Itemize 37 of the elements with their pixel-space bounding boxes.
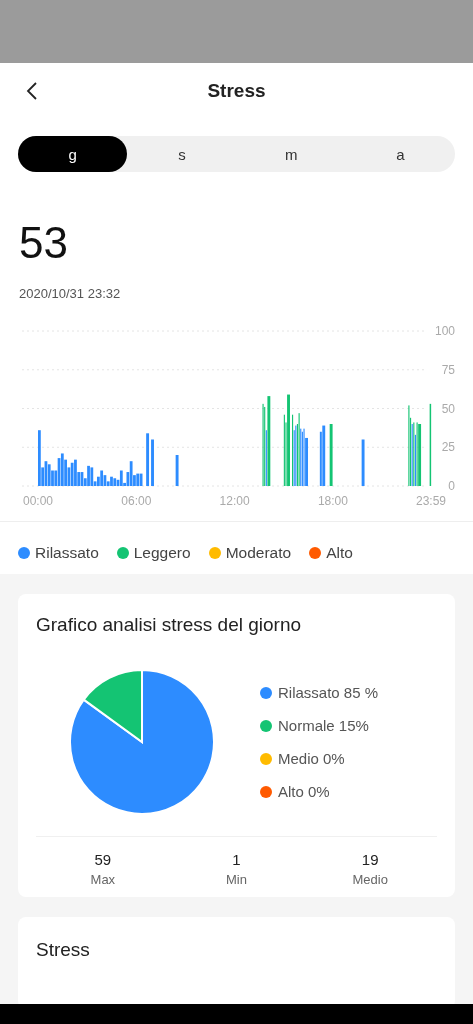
legend-label: Alto	[326, 544, 353, 562]
period-tab[interactable]: m	[236, 136, 346, 172]
stress-value: 53	[19, 218, 69, 268]
timestamp: 2020/10/31 23:32	[19, 286, 122, 301]
stat-label: Min	[225, 872, 248, 887]
stat-value: 1	[231, 851, 242, 868]
legend-label: Moderato	[225, 544, 292, 562]
axis-label: 18:00	[317, 494, 348, 508]
period-tab[interactable]: s	[127, 136, 237, 172]
card-title: Grafico analisi stress del giorno	[36, 614, 303, 636]
axis-label: 100	[434, 324, 455, 338]
legend-label: Rilassato	[35, 544, 99, 562]
legend-label: Alto 0%	[278, 783, 330, 800]
axis-label: 25	[441, 440, 455, 455]
stat-value: 59	[93, 851, 113, 868]
axis-label: 00:00	[23, 494, 53, 508]
back-icon[interactable]	[26, 81, 38, 101]
page-title: Stress	[207, 80, 266, 102]
axis-label: 75	[441, 362, 455, 377]
period-tab[interactable]: a	[345, 136, 455, 172]
legend-label: Leggero	[133, 544, 191, 562]
period-tab[interactable]: g	[18, 136, 128, 172]
card-title: Stress	[36, 939, 91, 961]
axis-label: 12:00	[219, 494, 250, 508]
axis-label: 06:00	[121, 494, 152, 508]
stat-label: Medio	[351, 872, 389, 887]
bar	[329, 424, 333, 486]
bar	[175, 455, 179, 486]
stat-label: Max	[89, 872, 117, 887]
legend-label: Medio 0%	[278, 750, 345, 767]
legend-label: Rilassato 85 %	[278, 684, 379, 701]
axis-label: 0	[448, 479, 455, 493]
bar	[361, 439, 365, 486]
stat-value: 19	[360, 851, 380, 868]
axis-label: 50	[441, 401, 455, 416]
axis-label: 23:59	[416, 494, 446, 508]
legend-label: Normale 15%	[278, 717, 369, 734]
